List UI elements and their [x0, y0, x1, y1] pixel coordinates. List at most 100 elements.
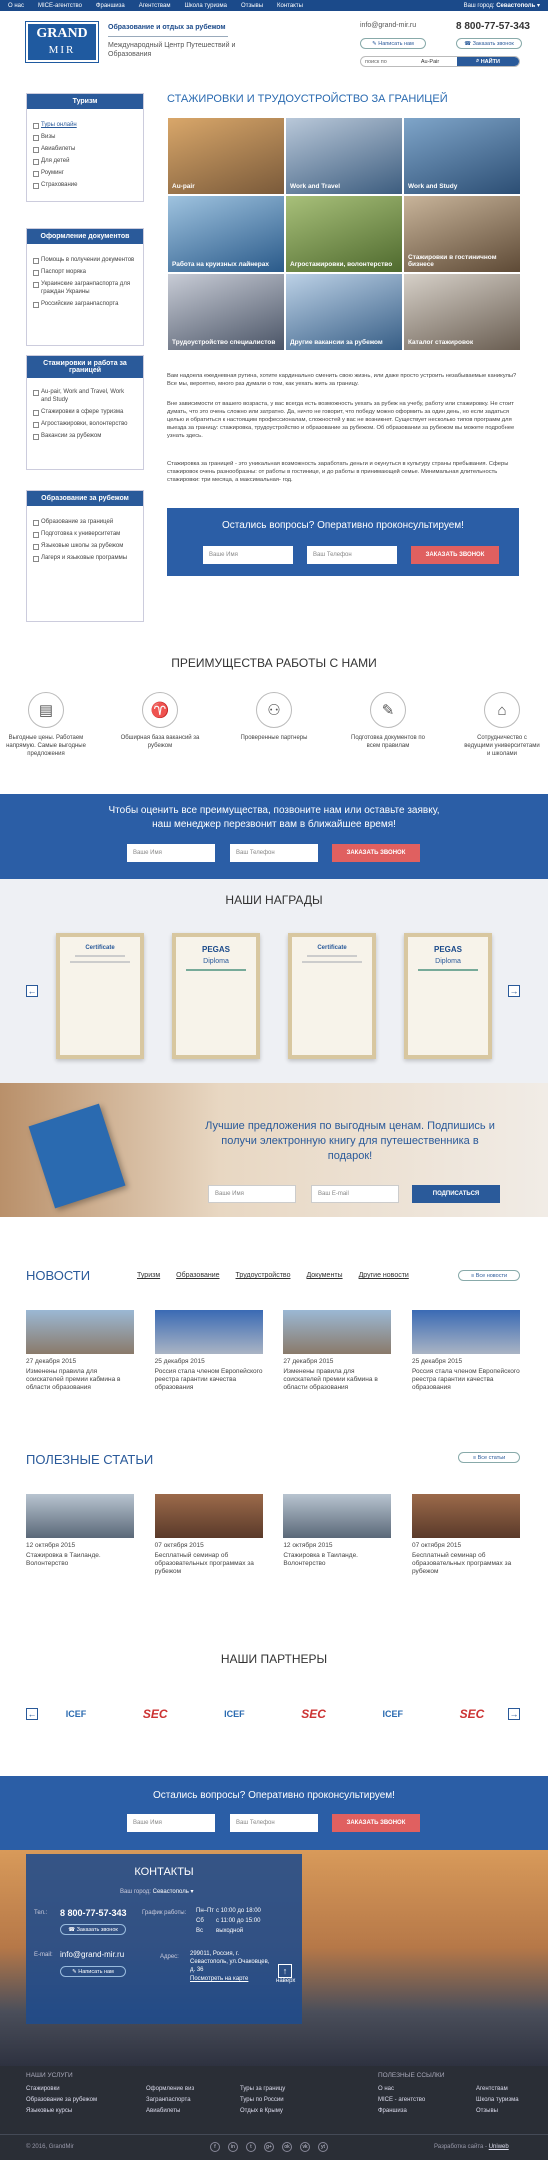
sidebar-item[interactable]: Подготовка к университетам [27, 528, 143, 540]
order-call-button[interactable]: ЗАКАЗАТЬ ЗВОНОК [411, 546, 499, 564]
award-diploma[interactable]: PEGAS Diploma [172, 933, 260, 1059]
article-card[interactable]: 12 октября 2015 Стажировка в Таиланде. Во… [26, 1494, 134, 1576]
sidebar-item[interactable]: Вакансии за рубежом [27, 430, 143, 442]
sidebar-item[interactable]: Помощь в получении документов [27, 254, 143, 266]
email-input[interactable]: Ваш E-mail [311, 1185, 399, 1203]
subscribe-button[interactable]: ПОДПИСАТЬСЯ [412, 1185, 500, 1203]
header-phone[interactable]: 8 800-77-57-343 [456, 21, 530, 32]
tile-hotel[interactable]: Стажировки в гостиничном бизнесе [403, 195, 521, 273]
sidebar-item[interactable]: Образование за границей [27, 516, 143, 528]
nav-mice[interactable]: MICE-агентство [38, 3, 82, 9]
search-scope-select[interactable]: Au-Pair [421, 59, 439, 65]
nav-reviews[interactable]: Отзывы [241, 3, 263, 9]
tile-catalog[interactable]: Каталог стажировок [403, 273, 521, 351]
tab-employment[interactable]: Трудоустройство [236, 1272, 291, 1279]
name-input[interactable]: Ваше Имя [203, 546, 293, 564]
sidebar-item[interactable]: Украинские загранпаспорта для граждан Ук… [27, 278, 143, 298]
sidebar-item[interactable]: Языковые школы за рубежом [27, 540, 143, 552]
city-selector[interactable]: Ваш город: Севастополь ▾ [464, 2, 540, 9]
news-card[interactable]: 25 декабря 2015 Россия стала членом Европ… [411, 1310, 520, 1392]
header-email[interactable]: info@grand-mir.ru [360, 22, 416, 29]
tab-education[interactable]: Образование [176, 1272, 219, 1279]
award-certificate[interactable]: Certificate [288, 933, 376, 1059]
tile-agro[interactable]: Агростажировки, волонтерство [285, 195, 403, 273]
odnoklassniki-icon[interactable]: ok [282, 2142, 292, 2152]
prev-arrow-icon[interactable]: ← [26, 1708, 38, 1720]
sidebar-item[interactable]: Лагеря и языковые программы [27, 552, 143, 564]
write-us-button[interactable]: ✎ Написать нам [360, 38, 426, 49]
sidebar-item[interactable]: Туры онлайн [27, 119, 143, 131]
contacts-city-selector[interactable]: Ваш город: Севастополь ▾ [120, 1888, 194, 1895]
site-logo[interactable]: GRAND MIR [26, 22, 98, 62]
name-input[interactable]: Ваше Имя [208, 1185, 296, 1203]
phone-input[interactable]: Ваш Телефон [230, 1814, 318, 1832]
partner-logo-sec[interactable]: SEC [290, 1698, 338, 1730]
article-card[interactable]: 07 октября 2015 Бесплатный семинар об обр… [154, 1494, 263, 1576]
vk-icon[interactable]: vk [300, 2142, 310, 2152]
youtube-icon[interactable]: yt [318, 2142, 328, 2152]
award-certificate[interactable]: Certificate [56, 933, 144, 1059]
tile-cruise[interactable]: Работа на круизных лайнерах [167, 195, 285, 273]
article-card[interactable]: 07 октября 2015 Бесплатный семинар об обр… [411, 1494, 520, 1576]
phone-input[interactable]: Ваш Телефон [307, 546, 397, 564]
sidebar-item[interactable]: Визы [27, 131, 143, 143]
tab-other[interactable]: Другие новости [359, 1272, 409, 1279]
order-call-button[interactable]: ЗАКАЗАТЬ ЗВОНОК [332, 844, 420, 862]
sidebar-item[interactable]: Агростажировки, волонтерство [27, 418, 143, 430]
phone-input[interactable]: Ваш Телефон [230, 844, 318, 862]
award-diploma[interactable]: PEGAS Diploma [404, 933, 492, 1059]
view-map-link[interactable]: Посмотреть на карте [190, 1976, 248, 1982]
tile-work-travel[interactable]: Work and Travel [285, 117, 403, 195]
partner-logo-icef[interactable]: ICEF [210, 1698, 258, 1730]
nav-franchise[interactable]: Франшиза [96, 3, 125, 9]
sidebar-item[interactable]: Au-pair, Work and Travel, Work and Study [27, 386, 143, 406]
linkedin-icon[interactable]: in [228, 2142, 238, 2152]
news-card[interactable]: 27 декабря 2015 Изменены правила для соис… [283, 1310, 392, 1392]
nav-contacts[interactable]: Контакты [277, 3, 303, 9]
next-arrow-icon[interactable]: → [508, 985, 520, 997]
partner-logo-icef[interactable]: ICEF [52, 1698, 100, 1730]
order-call-button[interactable]: ☎ Заказать звонок [60, 1924, 126, 1935]
tile-au-pair[interactable]: Au-pair [167, 117, 285, 195]
sidebar-item[interactable]: Роуминг [27, 167, 143, 179]
partner-logo-sec[interactable]: SEC [448, 1698, 496, 1730]
back-to-top-button[interactable]: ↑ наверх [276, 1964, 295, 1984]
next-arrow-icon[interactable]: → [508, 1708, 520, 1720]
tile-specialists[interactable]: Трудоустройство специалистов [167, 273, 285, 351]
search-button[interactable]: ⌕ НАЙТИ [457, 57, 519, 66]
prev-arrow-icon[interactable]: ← [26, 985, 38, 997]
social-links: f in t g+ ok vk yt [210, 2142, 328, 2152]
order-call-button[interactable]: ☎ Заказать звонок [456, 38, 522, 49]
googleplus-icon[interactable]: g+ [264, 2142, 274, 2152]
all-news-button[interactable]: ≡ Все новости [458, 1270, 520, 1281]
news-card[interactable]: 27 декабря 2015 Изменены правила для соис… [26, 1310, 134, 1392]
contacts-email[interactable]: info@grand-mir.ru [60, 1950, 124, 1959]
sidebar-item[interactable]: Страхование [27, 179, 143, 191]
news-card[interactable]: 25 декабря 2015 Россия стала членом Европ… [154, 1310, 263, 1392]
nav-agencies[interactable]: Агентствам [139, 3, 171, 9]
tile-other-jobs[interactable]: Другие вакансии за рубежом [285, 273, 403, 351]
sidebar-item[interactable]: Для детей [27, 155, 143, 167]
write-us-button[interactable]: ✎ Написать нам [60, 1966, 126, 1977]
developer-link[interactable]: Uniweb [489, 2144, 509, 2150]
order-call-button[interactable]: ЗАКАЗАТЬ ЗВОНОК [332, 1814, 420, 1832]
sidebar-item[interactable]: Российские загранпаспорта [27, 298, 143, 310]
sidebar-item[interactable]: Авиабилеты [27, 143, 143, 155]
contacts-phone[interactable]: 8 800-77-57-343 [60, 1908, 127, 1918]
tab-documents[interactable]: Документы [306, 1272, 342, 1279]
name-input[interactable]: Ваше Имя [127, 1814, 215, 1832]
partner-logo-icef[interactable]: ICEF [369, 1698, 417, 1730]
search-bar[interactable]: поиск по Au-Pair ⌕ НАЙТИ [360, 56, 520, 67]
partner-logo-sec[interactable]: SEC [131, 1698, 179, 1730]
nav-school[interactable]: Школа туризма [184, 3, 227, 9]
sidebar-item[interactable]: Стажировки в сфере туризма [27, 406, 143, 418]
sidebar-item[interactable]: Паспорт моряка [27, 266, 143, 278]
article-card[interactable]: 12 октября 2015 Стажировка в Таиланде. Во… [283, 1494, 392, 1576]
facebook-icon[interactable]: f [210, 2142, 220, 2152]
all-articles-button[interactable]: ≡ Все статьи [458, 1452, 520, 1463]
nav-about[interactable]: О нас [8, 3, 24, 9]
name-input[interactable]: Ваше Имя [127, 844, 215, 862]
tab-tourism[interactable]: Туризм [137, 1272, 160, 1279]
twitter-icon[interactable]: t [246, 2142, 256, 2152]
tile-work-study[interactable]: Work and Study [403, 117, 521, 195]
